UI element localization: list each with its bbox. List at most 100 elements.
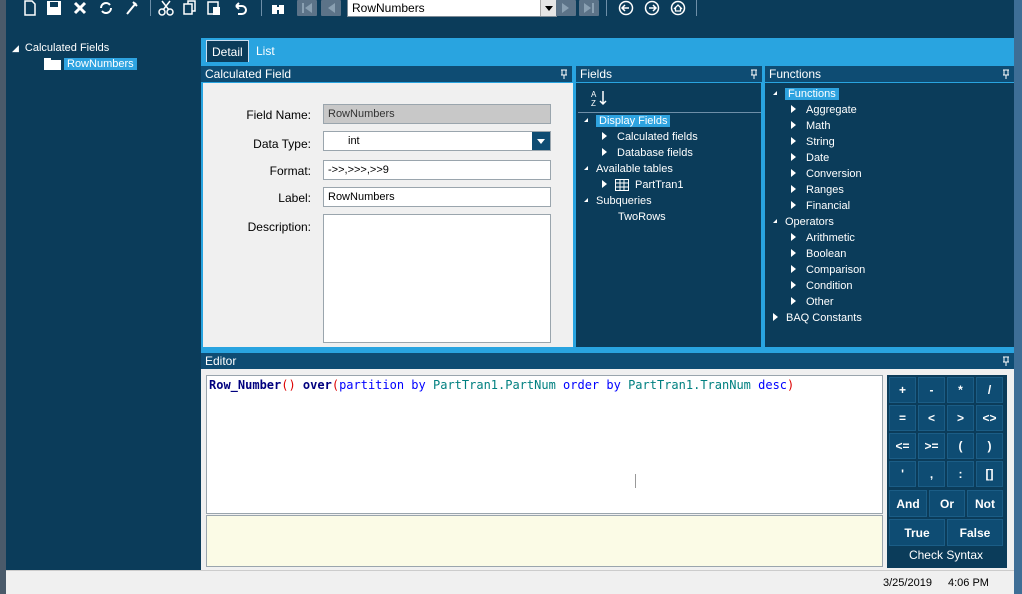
home-icon[interactable]	[668, 0, 688, 16]
label-input[interactable]: RowNumbers	[323, 187, 551, 207]
tree-boolean[interactable]: Boolean	[791, 246, 846, 262]
pin-icon[interactable]	[1002, 69, 1010, 79]
tree-ranges[interactable]: Ranges	[791, 182, 844, 198]
tree-display-fields[interactable]: Display Fields	[584, 113, 671, 129]
aggregate-label: Aggregate	[806, 104, 857, 116]
tree-other[interactable]: Other	[791, 294, 834, 310]
tree-item-rownumbers[interactable]: RowNumbers	[44, 56, 137, 72]
chevron-down-icon[interactable]	[532, 132, 550, 150]
pin-icon[interactable]	[560, 69, 568, 79]
check-syntax-button[interactable]: Check Syntax	[889, 545, 1003, 565]
data-type-select[interactable]: int	[323, 131, 551, 151]
label-label: Label:	[278, 191, 311, 205]
key-less-than[interactable]: <	[918, 405, 945, 431]
save-icon[interactable]	[44, 0, 64, 16]
paste-icon[interactable]	[204, 0, 224, 16]
key-quote[interactable]: '	[889, 461, 916, 487]
key-divide[interactable]: /	[976, 377, 1003, 403]
tree-condition[interactable]: Condition	[791, 278, 852, 294]
subqueries-label: Subqueries	[596, 195, 652, 207]
key-not-equal[interactable]: <>	[976, 405, 1003, 431]
key-comma[interactable]: ,	[918, 461, 945, 487]
undo-icon[interactable]	[230, 0, 250, 16]
tree-item-label: RowNumbers	[64, 58, 137, 70]
key-greater-equal[interactable]: >=	[918, 433, 945, 459]
delete-icon[interactable]	[70, 0, 90, 16]
calculated-field-header: Calculated Field	[201, 66, 572, 82]
key-colon[interactable]: :	[947, 461, 974, 487]
chevron-down-icon[interactable]	[540, 0, 556, 16]
copy-icon[interactable]	[180, 0, 200, 16]
tree-tworows[interactable]: TwoRows	[618, 209, 666, 225]
pin-icon[interactable]	[1002, 356, 1010, 366]
next-record-icon[interactable]	[556, 0, 576, 16]
key-false[interactable]: False	[947, 519, 1003, 546]
tab-detail[interactable]: Detail	[206, 40, 249, 62]
tree-calculated-fields[interactable]: Calculated fields	[602, 129, 698, 145]
first-record-icon[interactable]	[297, 0, 317, 16]
code-function: Row_Number	[209, 378, 282, 392]
key-times[interactable]: *	[947, 377, 974, 403]
folder-icon	[44, 58, 61, 71]
cut-icon[interactable]	[156, 0, 176, 16]
binoculars-icon[interactable]	[268, 0, 288, 16]
record-selector[interactable]: RowNumbers	[347, 0, 557, 17]
editor-title: Editor	[205, 354, 237, 368]
code-keyword-over: over	[295, 378, 332, 392]
key-not[interactable]: Not	[967, 490, 1003, 517]
tree-database-fields[interactable]: Database fields	[602, 145, 693, 161]
key-or[interactable]: Or	[929, 490, 965, 517]
tree-parttran1[interactable]: PartTran1	[602, 177, 684, 193]
description-textarea[interactable]	[323, 214, 551, 343]
math-label: Math	[806, 120, 831, 132]
key-brackets[interactable]: []	[976, 461, 1003, 487]
key-greater-than[interactable]: >	[947, 405, 974, 431]
tree-aggregate[interactable]: Aggregate	[791, 102, 857, 118]
tree-date[interactable]: Date	[791, 150, 829, 166]
expression-editor[interactable]: Row_Number() over(partition by PartTran1…	[206, 375, 883, 514]
key-and[interactable]: And	[889, 490, 927, 517]
key-true[interactable]: True	[889, 519, 945, 546]
field-name-label: Field Name:	[246, 108, 311, 122]
tree-math[interactable]: Math	[791, 118, 830, 134]
code-column: PartTran1.TranNum	[620, 378, 751, 392]
tree-functions-root[interactable]: Functions	[773, 86, 839, 102]
tree-conversion[interactable]: Conversion	[791, 166, 862, 182]
back-icon[interactable]	[616, 0, 636, 16]
tree-financial[interactable]: Financial	[791, 198, 850, 214]
format-input[interactable]: ->>,>>>,>>9	[323, 160, 551, 180]
key-left-paren[interactable]: (	[947, 433, 974, 459]
tree-comparison[interactable]: Comparison	[791, 262, 865, 278]
prev-record-icon[interactable]	[321, 0, 341, 16]
pin-icon[interactable]	[750, 69, 758, 79]
parttran1-label: PartTran1	[635, 179, 684, 191]
tree-available-tables[interactable]: Available tables	[584, 161, 673, 177]
clear-icon[interactable]	[122, 0, 142, 16]
sort-az-icon[interactable]: AZ	[590, 89, 610, 107]
new-icon[interactable]	[20, 0, 40, 16]
tree-arithmetic[interactable]: Arithmetic	[791, 230, 855, 246]
expand-triangle-icon[interactable]: ◢	[12, 43, 19, 53]
code-paren: (	[331, 378, 340, 392]
last-record-icon[interactable]	[579, 0, 599, 16]
key-plus[interactable]: +	[889, 377, 916, 403]
format-label: Format:	[269, 164, 311, 178]
status-date: 3/25/2019	[883, 577, 932, 589]
tree-root[interactable]: ◢ Calculated Fields	[12, 40, 109, 56]
tab-list[interactable]: List	[251, 40, 280, 62]
key-right-paren[interactable]: )	[976, 433, 1003, 459]
key-equal[interactable]: =	[889, 405, 916, 431]
svg-text:Z: Z	[591, 99, 596, 107]
tree-subqueries[interactable]: Subqueries	[584, 193, 652, 209]
key-minus[interactable]: -	[918, 377, 945, 403]
key-less-equal[interactable]: <=	[889, 433, 916, 459]
tree-string[interactable]: String	[791, 134, 835, 150]
field-name-input[interactable]: RowNumbers	[323, 104, 551, 124]
financial-label: Financial	[806, 200, 851, 212]
refresh-icon[interactable]	[96, 0, 116, 16]
data-type-label: Data Type:	[253, 137, 311, 151]
code-paren: )	[787, 378, 795, 392]
forward-icon[interactable]	[642, 0, 662, 16]
tree-operators[interactable]: Operators	[773, 214, 834, 230]
tree-baq-constants[interactable]: BAQ Constants	[773, 310, 862, 326]
